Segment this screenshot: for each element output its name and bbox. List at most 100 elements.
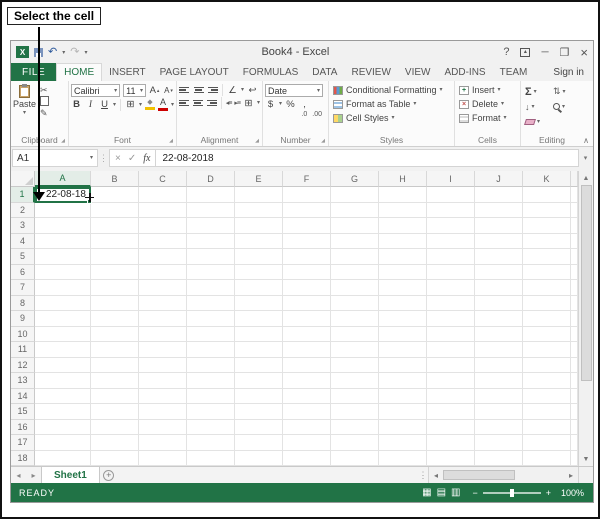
font-name-combo[interactable]: Calibri ▾ (71, 84, 121, 97)
cell-I8[interactable] (427, 295, 475, 311)
align-top-button[interactable] (179, 86, 190, 94)
cell-C1[interactable] (139, 187, 187, 203)
cell-F18[interactable] (283, 450, 331, 466)
cell-K2[interactable] (523, 202, 571, 218)
cell-D5[interactable] (187, 249, 235, 265)
column-header-K[interactable]: K (523, 171, 571, 187)
cell-D7[interactable] (187, 280, 235, 296)
row-header-15[interactable]: 15 (11, 404, 35, 420)
cell-E5[interactable] (235, 249, 283, 265)
borders-button[interactable]: ⊞ (125, 99, 136, 111)
cell-A4[interactable] (35, 233, 91, 249)
column-header-E[interactable]: E (235, 171, 283, 187)
cell-C11[interactable] (139, 342, 187, 358)
cell-A6[interactable] (35, 264, 91, 280)
cell-I5[interactable] (427, 249, 475, 265)
scroll-right-icon[interactable]: ▸ (564, 471, 578, 480)
fill-button[interactable]: ↓ ▾ (523, 102, 551, 112)
font-color-button[interactable]: A (157, 98, 168, 111)
tab-team[interactable]: TEAM (493, 63, 535, 81)
cell-E17[interactable] (235, 435, 283, 451)
cell-B6[interactable] (91, 264, 139, 280)
cell-F16[interactable] (283, 419, 331, 435)
cell-E9[interactable] (235, 311, 283, 327)
cell-E10[interactable] (235, 326, 283, 342)
cell-K15[interactable] (523, 404, 571, 420)
row-header-18[interactable]: 18 (11, 450, 35, 466)
column-header-D[interactable]: D (187, 171, 235, 187)
cell-H13[interactable] (379, 373, 427, 389)
paste-button[interactable]: Paste ▾ (13, 83, 36, 133)
tab-file[interactable]: FILE (11, 63, 57, 81)
cell-C14[interactable] (139, 388, 187, 404)
cell-H2[interactable] (379, 202, 427, 218)
undo-button[interactable]: ↶ (48, 46, 57, 58)
cell-A17[interactable] (35, 435, 91, 451)
cell-A13[interactable] (35, 373, 91, 389)
cell-G8[interactable] (331, 295, 379, 311)
cell-J9[interactable] (475, 311, 523, 327)
borders-dropdown-icon[interactable]: ▾ (139, 102, 142, 108)
column-header-F[interactable]: F (283, 171, 331, 187)
cell-G10[interactable] (331, 326, 379, 342)
cell-C3[interactable] (139, 218, 187, 234)
cell-H15[interactable] (379, 404, 427, 420)
cell-D16[interactable] (187, 419, 235, 435)
cell-I1[interactable] (427, 187, 475, 203)
cell-C4[interactable] (139, 233, 187, 249)
cell-C9[interactable] (139, 311, 187, 327)
sort-filter-button[interactable]: ⇅ ▾ (551, 86, 579, 97)
tab-add-ins[interactable]: ADD-INS (437, 63, 492, 81)
cell-F17[interactable] (283, 435, 331, 451)
ribbon-display-options-icon[interactable] (520, 47, 531, 57)
cell-G2[interactable] (331, 202, 379, 218)
number-format-combo[interactable]: Date ▾ (265, 84, 323, 97)
cell-F7[interactable] (283, 280, 331, 296)
format-painter-button[interactable]: ✎ (40, 108, 49, 119)
align-right-button[interactable] (206, 99, 217, 107)
autosum-button[interactable]: Σ ▾ (523, 86, 551, 98)
find-select-button[interactable]: ▾ (551, 103, 579, 110)
copy-button[interactable] (40, 96, 50, 106)
cell-B2[interactable] (91, 202, 139, 218)
cell-C17[interactable] (139, 435, 187, 451)
cell-J15[interactable] (475, 404, 523, 420)
cell-G13[interactable] (331, 373, 379, 389)
row-header-3[interactable]: 3 (11, 218, 35, 234)
close-button[interactable]: × (580, 45, 588, 60)
cell-E6[interactable] (235, 264, 283, 280)
orientation-button[interactable]: ∠ (227, 84, 238, 96)
cell-J2[interactable] (475, 202, 523, 218)
row-header-4[interactable]: 4 (11, 233, 35, 249)
cell-B7[interactable] (91, 280, 139, 296)
cell-H7[interactable] (379, 280, 427, 296)
cell-K13[interactable] (523, 373, 571, 389)
cell-H18[interactable] (379, 450, 427, 466)
cell-A2[interactable] (35, 202, 91, 218)
cell-A3[interactable] (35, 218, 91, 234)
zoom-slider-handle[interactable] (509, 488, 514, 497)
cell-B11[interactable] (91, 342, 139, 358)
grow-font-button[interactable]: A ▴ (149, 85, 160, 97)
cell-H11[interactable] (379, 342, 427, 358)
enter-button[interactable]: ✓ (128, 153, 136, 164)
cells-delete-button[interactable]: Delete▾ (457, 97, 518, 111)
cell-I7[interactable] (427, 280, 475, 296)
cell-E16[interactable] (235, 419, 283, 435)
cell-K17[interactable] (523, 435, 571, 451)
styles-cell-styles-button[interactable]: Cell Styles ▾ (331, 111, 452, 125)
cell-F5[interactable] (283, 249, 331, 265)
cell-A5[interactable] (35, 249, 91, 265)
cell-C18[interactable] (139, 450, 187, 466)
font-color-dropdown-icon[interactable]: ▾ (171, 102, 174, 108)
cell-F6[interactable] (283, 264, 331, 280)
zoom-slider[interactable] (482, 488, 541, 497)
cell-K7[interactable] (523, 280, 571, 296)
cell-I11[interactable] (427, 342, 475, 358)
row-header-14[interactable]: 14 (11, 388, 35, 404)
cell-K3[interactable] (523, 218, 571, 234)
cell-B10[interactable] (91, 326, 139, 342)
cell-J1[interactable] (475, 187, 523, 203)
tab-page-layout[interactable]: PAGE LAYOUT (153, 63, 236, 81)
row-header-10[interactable]: 10 (11, 326, 35, 342)
